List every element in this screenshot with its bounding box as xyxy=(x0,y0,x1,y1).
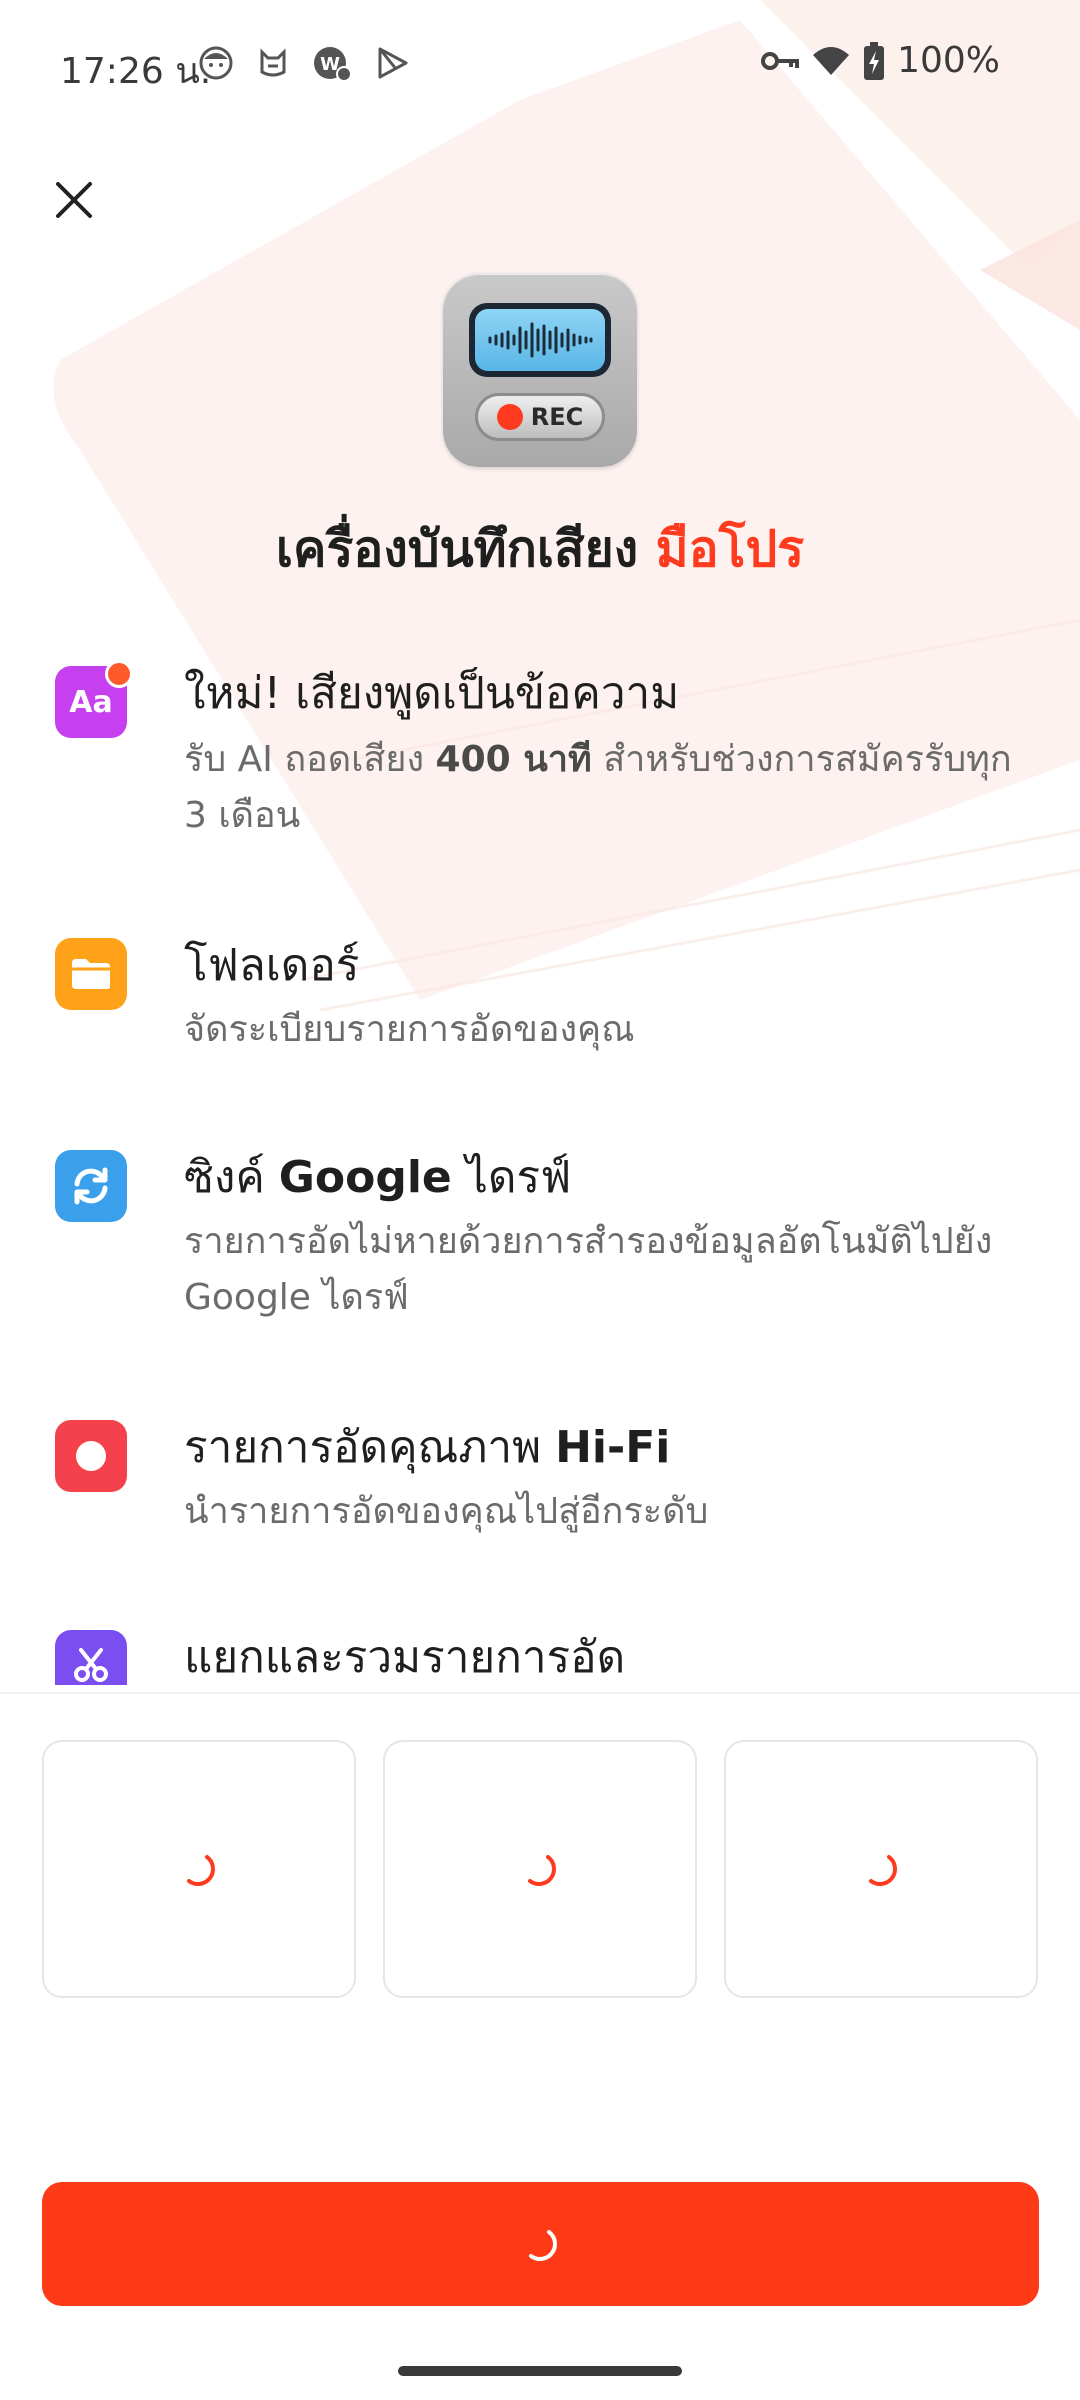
loading-spinner-icon xyxy=(528,1855,556,1886)
cat-icon xyxy=(260,48,286,77)
rec-label: REC xyxy=(530,403,584,431)
waveform-icon xyxy=(488,322,593,358)
battery-charging-icon xyxy=(864,41,885,80)
feature-description: นำรายการอัดของคุณไปสู่อีกระดับ xyxy=(184,1491,709,1532)
page-title: เครื่องบันทึกเสียง มือโปร xyxy=(0,510,1080,589)
folder-icon xyxy=(55,938,127,1010)
text-icon: Aa xyxy=(55,660,133,738)
plan-card[interactable] xyxy=(724,1740,1038,1998)
loading-spinner-icon xyxy=(869,1855,897,1886)
record-icon xyxy=(55,1420,127,1492)
sync-icon xyxy=(55,1150,127,1222)
feature-description: รายการอัดไม่หายด้วยการสำรองข้อมูลอัตโนมั… xyxy=(184,1221,993,1318)
battery-percent: 100% xyxy=(897,40,1000,81)
feature-title: ซิงค์ Google ไดรฟ์ xyxy=(184,1152,572,1203)
notification-icons: W xyxy=(198,44,410,82)
home-indicator[interactable] xyxy=(398,2366,682,2376)
subscribe-button[interactable] xyxy=(42,2182,1039,2306)
title-accent: มือโปร xyxy=(655,520,805,578)
close-button[interactable] xyxy=(44,170,104,230)
feature-title: แยกและรวมรายการอัด xyxy=(184,1632,626,1683)
rec-pill: REC xyxy=(475,393,605,441)
plan-card[interactable] xyxy=(42,1740,356,1998)
loading-spinner-icon xyxy=(528,2230,557,2261)
scissors-icon xyxy=(55,1630,127,1685)
feature-title: รายการอัดคุณภาพ Hi-Fi xyxy=(184,1422,671,1473)
divider xyxy=(0,1692,1080,1694)
system-status-icons: 100% xyxy=(761,40,1000,81)
feature-description: จัดระเบียบรายการอัดของคุณ xyxy=(184,1009,635,1050)
loading-spinner-icon xyxy=(187,1855,215,1886)
status-bar: 17:26 น. W 100% xyxy=(0,0,1080,120)
feature-title: โฟลเดอร์ xyxy=(184,940,360,991)
feature-list: Aa ใหม่! เสียงพูดเป็นข้อความ รับ AI ถอดเ… xyxy=(0,650,1080,1685)
status-time: 17:26 น. xyxy=(60,51,212,92)
rec-dot-icon xyxy=(496,404,523,430)
play-store-icon xyxy=(378,47,408,79)
app-logo: REC xyxy=(443,273,637,467)
feature-title: ใหม่! เสียงพูดเป็นข้อความ xyxy=(184,668,680,719)
plan-card[interactable] xyxy=(383,1740,697,1998)
new-badge-dot xyxy=(105,660,133,688)
face-icon xyxy=(199,46,233,80)
close-icon xyxy=(56,182,92,218)
waveform-display xyxy=(469,303,611,377)
title-main: เครื่องบันทึกเสียง xyxy=(275,520,639,578)
feature-description: รับ AI ถอดเสียง 400 นาที สำหรับช่วงการสม… xyxy=(184,739,1012,836)
paywall-screen: 17:26 น. W 100% REC เครื่องบันทึกเสียง ม… xyxy=(0,0,1080,2400)
wifi-icon xyxy=(813,46,850,75)
badge-app-icon: W xyxy=(314,47,352,82)
vpn-key-icon xyxy=(761,51,800,70)
